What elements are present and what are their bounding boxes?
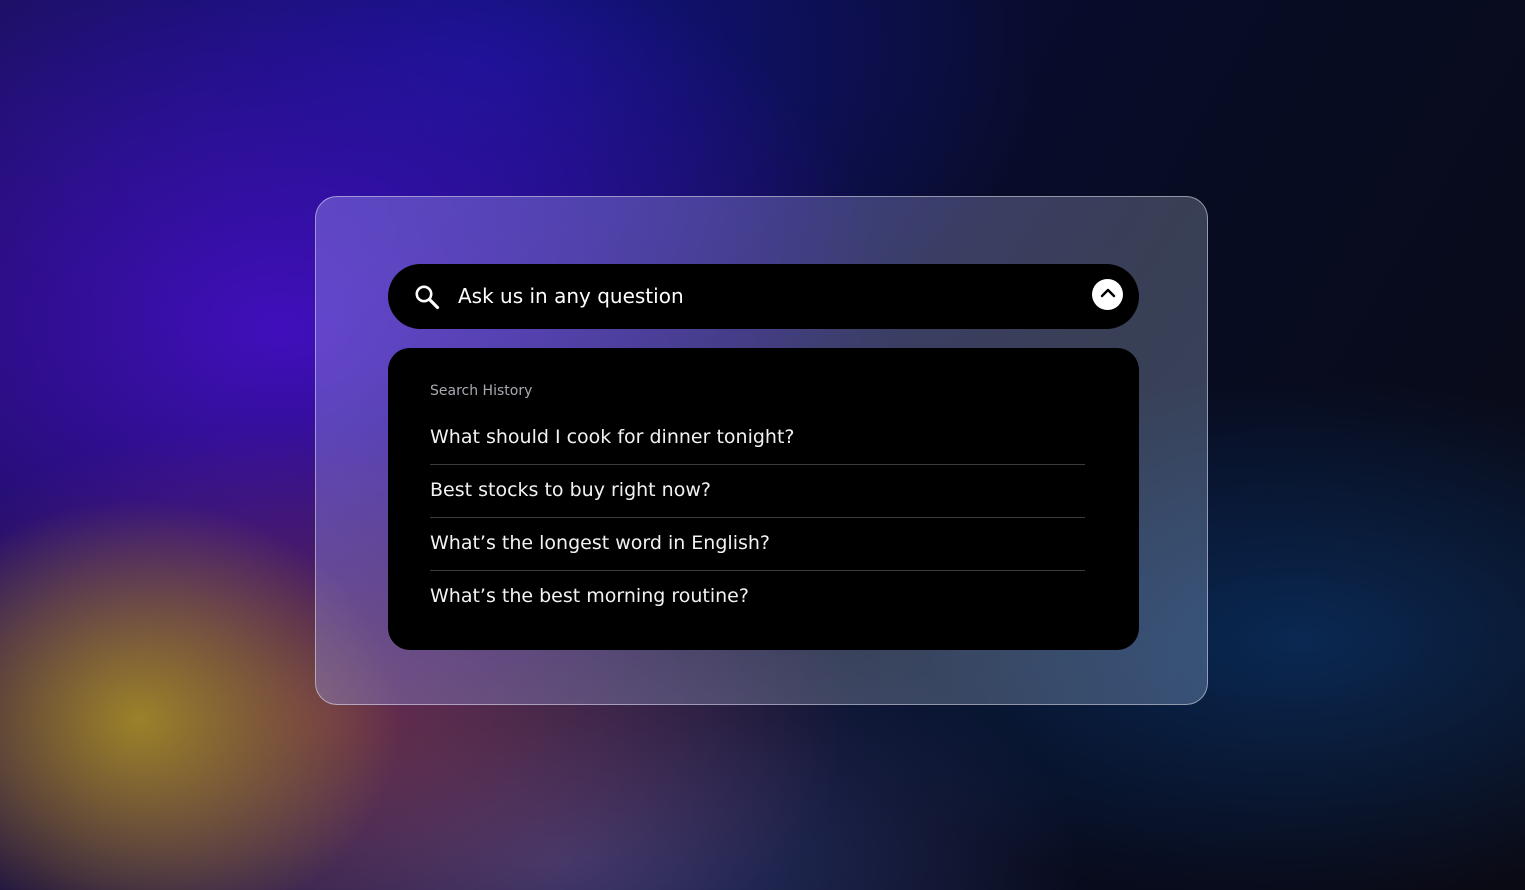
search-input[interactable] xyxy=(458,276,1058,316)
history-item[interactable]: What’s the best morning routine? xyxy=(430,571,1085,623)
search-bar[interactable] xyxy=(388,264,1139,329)
collapse-history-button[interactable] xyxy=(1092,279,1123,310)
history-item[interactable]: Best stocks to buy right now? xyxy=(430,465,1085,518)
history-item[interactable]: What should I cook for dinner tonight? xyxy=(430,412,1085,465)
search-history-panel: Search History What should I cook for di… xyxy=(388,348,1139,650)
chevron-up-icon xyxy=(1099,284,1117,306)
search-history-title: Search History xyxy=(430,383,533,399)
history-item[interactable]: What’s the longest word in English? xyxy=(430,518,1085,571)
search-card: Search History What should I cook for di… xyxy=(315,196,1208,705)
search-icon xyxy=(414,284,440,310)
